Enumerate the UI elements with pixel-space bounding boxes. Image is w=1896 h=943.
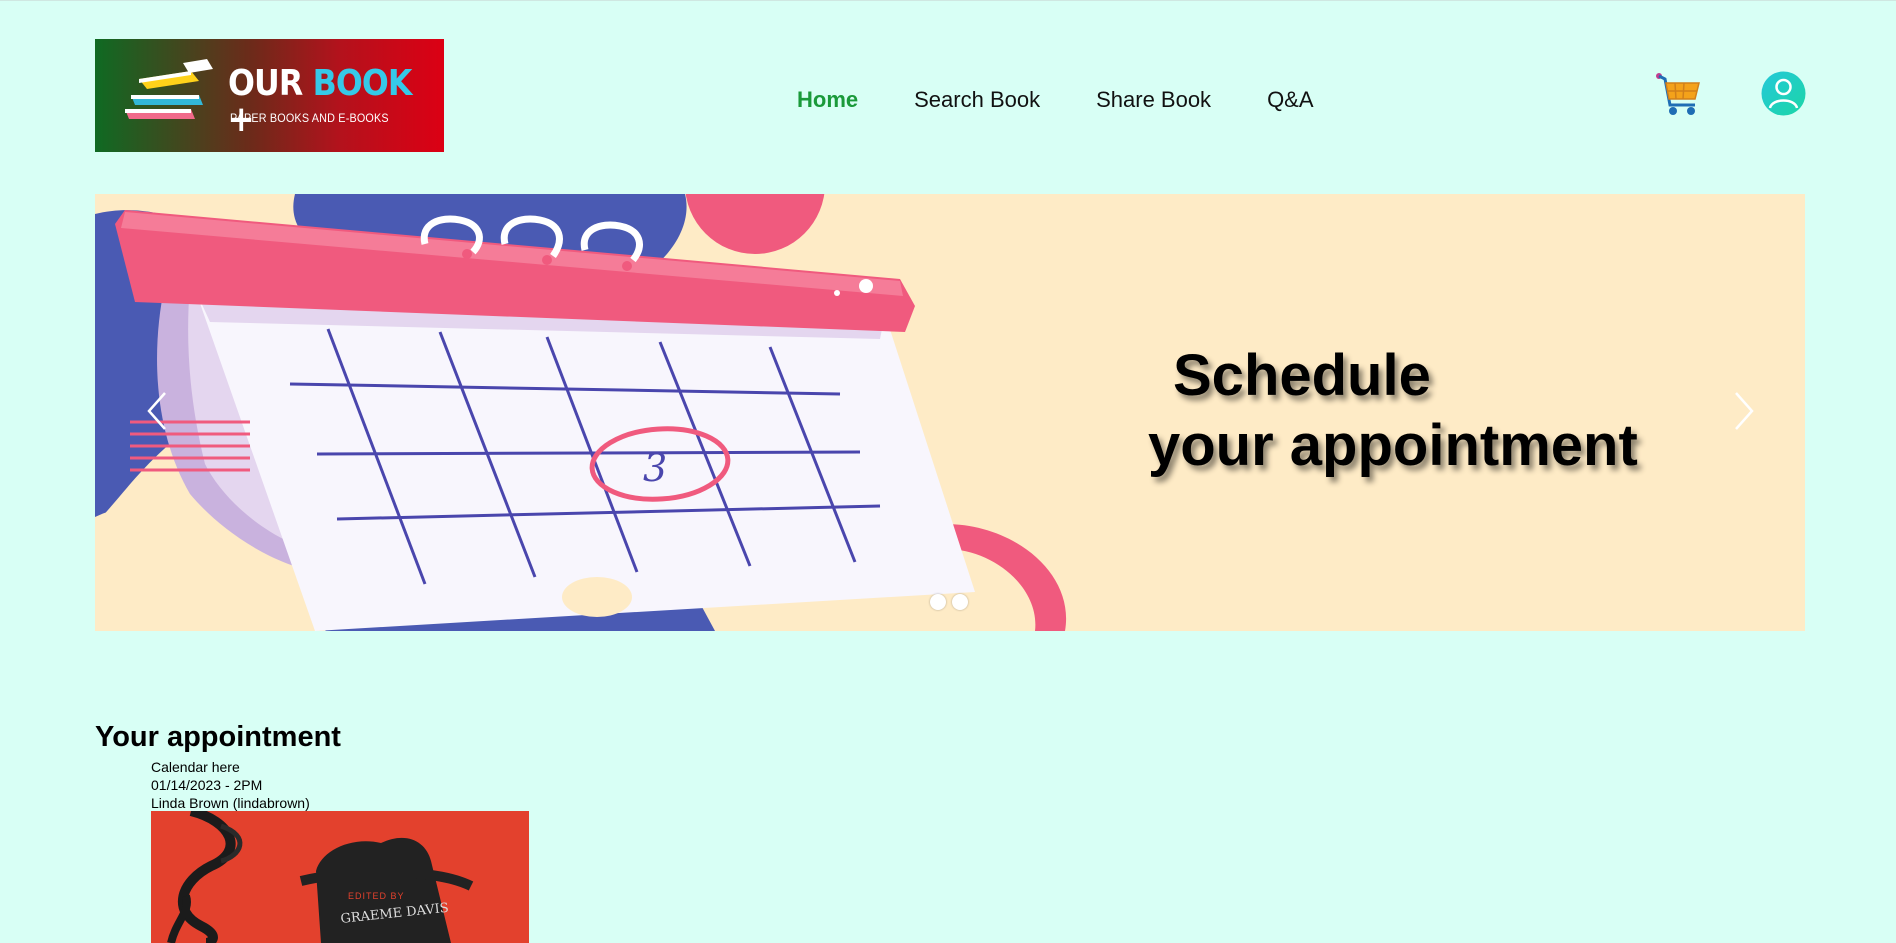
site-logo[interactable]: OUR BOOK + PAPER BOOKS AND E-BOOKS [95, 39, 444, 152]
chevron-right-icon[interactable] [1732, 389, 1756, 433]
appointment-heading: Your appointment [95, 721, 341, 753]
hero-carousel: 3 Schedule your appointment [95, 194, 1805, 631]
banner-headline-line2: your appointment [1148, 413, 1638, 478]
calendar-placeholder: Calendar here [151, 759, 240, 775]
logo-brand: OUR BOOK + [228, 63, 412, 140]
nav-home[interactable]: Home [797, 85, 858, 115]
books-stack-icon [125, 59, 213, 119]
appointment-details: Calendar here 01/14/2023 - 2PM Linda Bro… [151, 758, 310, 812]
nav-search-book[interactable]: Search Book [914, 85, 1040, 115]
cart-icon[interactable] [1655, 71, 1703, 119]
svg-text:EDITED BY: EDITED BY [348, 891, 405, 901]
svg-text:3: 3 [643, 446, 667, 490]
chevron-left-icon[interactable] [145, 389, 169, 433]
book-cover-image: EDITED BY GRAEME DAVIS [151, 811, 529, 943]
main-nav: Home Search Book Share Book Q&A [797, 85, 1370, 115]
carousel-indicators [930, 594, 968, 610]
user-account-icon[interactable] [1761, 71, 1806, 116]
carousel-dot-2[interactable] [952, 594, 968, 610]
appointment-user: Linda Brown (lindabrown) [151, 795, 310, 811]
banner-headline-line1: Schedule [1173, 343, 1431, 408]
logo-tagline: PAPER BOOKS AND E-BOOKS [230, 111, 389, 125]
carousel-dot-1[interactable] [930, 594, 946, 610]
appointment-datetime: 01/14/2023 - 2PM [151, 777, 263, 793]
nav-qa[interactable]: Q&A [1267, 85, 1313, 115]
nav-share-book[interactable]: Share Book [1096, 85, 1211, 115]
